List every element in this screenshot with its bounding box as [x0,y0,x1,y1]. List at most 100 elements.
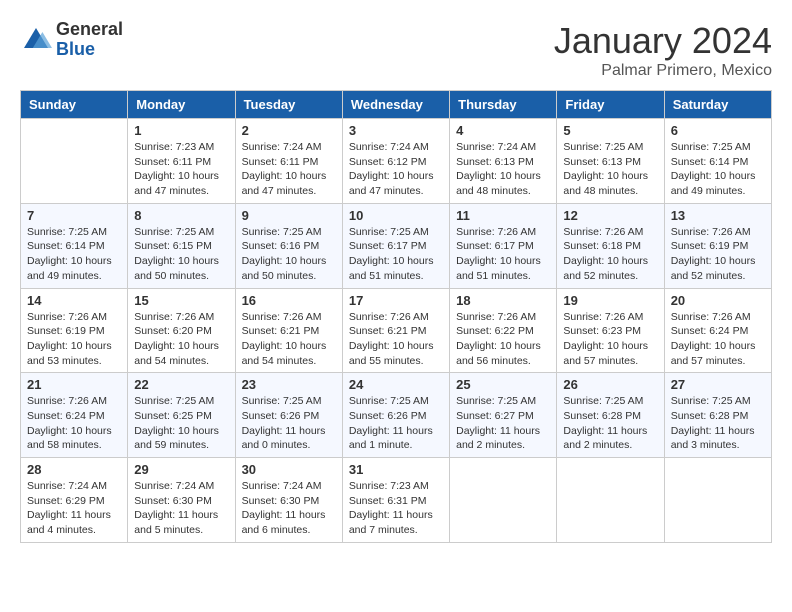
day-number: 24 [349,377,443,392]
calendar-header-row: SundayMondayTuesdayWednesdayThursdayFrid… [21,91,772,119]
day-number: 15 [134,293,228,308]
calendar-cell: 26Sunrise: 7:25 AM Sunset: 6:28 PM Dayli… [557,373,664,458]
day-info: Sunrise: 7:24 AM Sunset: 6:29 PM Dayligh… [27,479,121,538]
calendar-cell: 15 Sunrise: 7:26 AM Sunset: 6:20 PM Dayli… [128,288,235,373]
column-header-sunday: Sunday [21,91,128,119]
calendar-cell: 2Sunrise: 7:24 AM Sunset: 6:11 PM Daylig… [235,119,342,204]
day-number: 26 [563,377,657,392]
day-number: 7 [27,208,121,223]
calendar-cell: 11 Sunrise: 7:26 AM Sunset: 6:17 PM Dayli… [450,203,557,288]
logo-text: General Blue [56,20,123,60]
day-number: 16 [242,293,336,308]
day-number: 19 [563,293,657,308]
day-info: Sunrise: 7:25 AM Sunset: 6:15 PM Dayligh… [134,225,228,284]
calendar-cell [557,458,664,543]
column-header-thursday: Thursday [450,91,557,119]
calendar-cell: 31Sunrise: 7:23 AM Sunset: 6:31 PM Dayli… [342,458,449,543]
calendar-cell: 14Sunrise: 7:26 AM Sunset: 6:19 PM Dayli… [21,288,128,373]
logo-blue-text: Blue [56,40,123,60]
calendar-week-row: 21 Sunrise: 7:26 AM Sunset: 6:24 PM Dayli… [21,373,772,458]
calendar-cell: 1 Sunrise: 7:23 AM Sunset: 6:11 PM Daylig… [128,119,235,204]
column-header-tuesday: Tuesday [235,91,342,119]
day-info: Sunrise: 7:26 AM Sunset: 6:23 PM Dayligh… [563,310,657,369]
calendar-cell [450,458,557,543]
day-info: Sunrise: 7:26 AM Sunset: 6:21 PM Dayligh… [349,310,443,369]
day-number: 20 [671,293,765,308]
day-number: 6 [671,123,765,138]
calendar-week-row: 7 Sunrise: 7:25 AM Sunset: 6:14 PM Daylig… [21,203,772,288]
calendar-cell: 29 Sunrise: 7:24 AM Sunset: 6:30 PM Dayli… [128,458,235,543]
calendar-cell: 12Sunrise: 7:26 AM Sunset: 6:18 PM Dayli… [557,203,664,288]
day-info: Sunrise: 7:25 AM Sunset: 6:27 PM Dayligh… [456,394,550,453]
day-info: Sunrise: 7:25 AM Sunset: 6:26 PM Dayligh… [242,394,336,453]
calendar-cell: 3Sunrise: 7:24 AM Sunset: 6:12 PM Daylig… [342,119,449,204]
day-number: 29 [134,462,228,477]
day-info: Sunrise: 7:24 AM Sunset: 6:12 PM Dayligh… [349,140,443,199]
calendar-cell: 23 Sunrise: 7:25 AM Sunset: 6:26 PM Dayli… [235,373,342,458]
calendar-cell: 9 Sunrise: 7:25 AM Sunset: 6:16 PM Daylig… [235,203,342,288]
day-info: Sunrise: 7:24 AM Sunset: 6:11 PM Dayligh… [242,140,336,199]
day-number: 31 [349,462,443,477]
column-header-friday: Friday [557,91,664,119]
day-info: Sunrise: 7:26 AM Sunset: 6:24 PM Dayligh… [27,394,121,453]
calendar-cell: 30 Sunrise: 7:24 AM Sunset: 6:30 PM Dayli… [235,458,342,543]
day-number: 30 [242,462,336,477]
day-number: 9 [242,208,336,223]
calendar-cell: 27 Sunrise: 7:25 AM Sunset: 6:28 PM Dayli… [664,373,771,458]
day-number: 25 [456,377,550,392]
day-info: Sunrise: 7:26 AM Sunset: 6:22 PM Dayligh… [456,310,550,369]
calendar-cell: 7 Sunrise: 7:25 AM Sunset: 6:14 PM Daylig… [21,203,128,288]
calendar-cell: 4Sunrise: 7:24 AM Sunset: 6:13 PM Daylig… [450,119,557,204]
logo-general-text: General [56,20,123,40]
calendar-cell: 24 Sunrise: 7:25 AM Sunset: 6:26 PM Dayli… [342,373,449,458]
day-info: Sunrise: 7:26 AM Sunset: 6:19 PM Dayligh… [671,225,765,284]
day-number: 14 [27,293,121,308]
logo: General Blue [20,20,123,60]
day-number: 27 [671,377,765,392]
day-number: 17 [349,293,443,308]
day-number: 11 [456,208,550,223]
day-info: Sunrise: 7:25 AM Sunset: 6:28 PM Dayligh… [671,394,765,453]
calendar-cell: 20Sunrise: 7:26 AM Sunset: 6:24 PM Dayli… [664,288,771,373]
day-info: Sunrise: 7:26 AM Sunset: 6:20 PM Dayligh… [134,310,228,369]
day-info: Sunrise: 7:26 AM Sunset: 6:21 PM Dayligh… [242,310,336,369]
day-number: 5 [563,123,657,138]
calendar-cell: 22 Sunrise: 7:25 AM Sunset: 6:25 PM Dayli… [128,373,235,458]
day-info: Sunrise: 7:25 AM Sunset: 6:25 PM Dayligh… [134,394,228,453]
logo-icon [20,24,52,56]
day-number: 12 [563,208,657,223]
day-info: Sunrise: 7:24 AM Sunset: 6:30 PM Dayligh… [242,479,336,538]
day-number: 21 [27,377,121,392]
calendar-cell: 5Sunrise: 7:25 AM Sunset: 6:13 PM Daylig… [557,119,664,204]
day-info: Sunrise: 7:23 AM Sunset: 6:11 PM Dayligh… [134,140,228,199]
month-title: January 2024 [554,20,772,62]
day-info: Sunrise: 7:24 AM Sunset: 6:30 PM Dayligh… [134,479,228,538]
calendar-cell: 10 Sunrise: 7:25 AM Sunset: 6:17 PM Dayli… [342,203,449,288]
day-number: 23 [242,377,336,392]
day-number: 10 [349,208,443,223]
day-info: Sunrise: 7:25 AM Sunset: 6:14 PM Dayligh… [27,225,121,284]
day-info: Sunrise: 7:25 AM Sunset: 6:26 PM Dayligh… [349,394,443,453]
calendar-cell: 25 Sunrise: 7:25 AM Sunset: 6:27 PM Dayli… [450,373,557,458]
day-info: Sunrise: 7:25 AM Sunset: 6:16 PM Dayligh… [242,225,336,284]
day-number: 8 [134,208,228,223]
day-info: Sunrise: 7:26 AM Sunset: 6:17 PM Dayligh… [456,225,550,284]
calendar-cell: 18 Sunrise: 7:26 AM Sunset: 6:22 PM Dayli… [450,288,557,373]
calendar-cell: 6Sunrise: 7:25 AM Sunset: 6:14 PM Daylig… [664,119,771,204]
location-text: Palmar Primero, Mexico [554,62,772,80]
calendar-cell: 21 Sunrise: 7:26 AM Sunset: 6:24 PM Dayli… [21,373,128,458]
day-number: 4 [456,123,550,138]
day-number: 13 [671,208,765,223]
calendar-cell [664,458,771,543]
day-number: 18 [456,293,550,308]
column-header-monday: Monday [128,91,235,119]
calendar-cell: 17 Sunrise: 7:26 AM Sunset: 6:21 PM Dayli… [342,288,449,373]
day-number: 22 [134,377,228,392]
day-number: 1 [134,123,228,138]
calendar-cell: 19 Sunrise: 7:26 AM Sunset: 6:23 PM Dayli… [557,288,664,373]
calendar-table: SundayMondayTuesdayWednesdayThursdayFrid… [20,90,772,543]
column-header-wednesday: Wednesday [342,91,449,119]
calendar-cell: 8 Sunrise: 7:25 AM Sunset: 6:15 PM Daylig… [128,203,235,288]
column-header-saturday: Saturday [664,91,771,119]
day-info: Sunrise: 7:25 AM Sunset: 6:17 PM Dayligh… [349,225,443,284]
